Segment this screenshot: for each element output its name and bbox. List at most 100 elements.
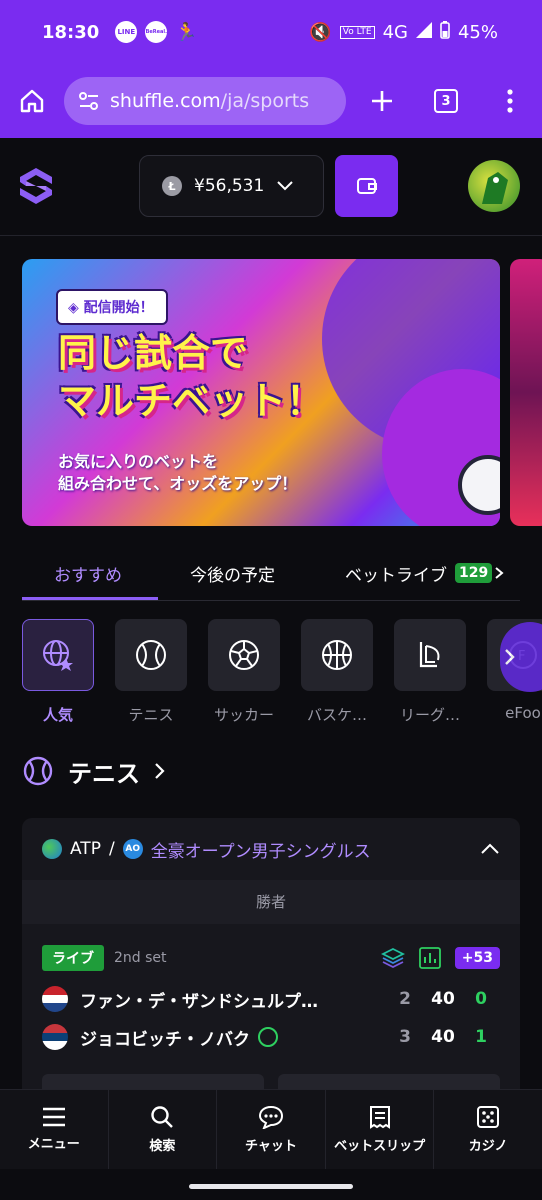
more-vert-icon [507, 89, 513, 113]
chevron-down-icon [277, 181, 294, 191]
more-markets-button[interactable]: +53 [454, 947, 500, 969]
category-tennis[interactable]: テニス [115, 619, 187, 725]
network-type: 4G [382, 21, 408, 43]
tennis-ball-icon [136, 640, 166, 670]
category-basketball[interactable]: バスケ… [301, 619, 373, 725]
tab-label: おすすめ [54, 565, 122, 586]
url-bar[interactable]: shuffle.com/ja/sports [64, 77, 346, 125]
battery-icon [440, 20, 450, 44]
nav-label: チャット [245, 1139, 297, 1154]
categories-scroll-button[interactable] [500, 622, 542, 692]
status-time: 18:30 [42, 21, 100, 43]
category-tile [394, 619, 466, 691]
url-path: /ja/sports [220, 90, 310, 112]
nav-search[interactable]: 検索 [109, 1090, 218, 1169]
world-flag-icon [42, 839, 62, 859]
match-actions: +53 [380, 947, 500, 969]
nav-betslip[interactable]: ベットスリップ [326, 1090, 435, 1169]
banner-subtitle-line1: お気に入りのベットを [58, 452, 219, 471]
league-header[interactable]: ATP / AO 全豪オープン男子シングルス [22, 818, 520, 880]
league-separator: / [108, 839, 115, 859]
nav-chat[interactable]: チャット [217, 1090, 326, 1169]
category-popular[interactable]: 人気 [22, 619, 94, 725]
status-bar: 18:30 LINE BeReal. 🏃 🔇 Vo LTE 4G 45% [0, 0, 542, 64]
status-right: 🔇 Vo LTE 4G 45% [309, 20, 498, 44]
menu-icon [42, 1107, 65, 1127]
litecoin-icon: Ł [162, 176, 182, 196]
category-label: リーグ… [399, 706, 460, 724]
score-games: 40 [431, 1027, 455, 1047]
browser-menu-button[interactable] [478, 64, 542, 138]
url-text: shuffle.com/ja/sports [110, 90, 309, 112]
nav-menu[interactable]: メニュー [0, 1090, 109, 1169]
category-label: サッカー [213, 706, 274, 724]
nav-label: 検索 [149, 1139, 176, 1154]
layers-icon: ◈ [68, 300, 84, 316]
category-soccer[interactable]: サッカー [208, 619, 280, 725]
tab-count: 3 [434, 89, 458, 113]
shuffle-logo-icon [20, 168, 52, 204]
shuffle-logo[interactable] [18, 166, 54, 206]
chevron-right-icon[interactable] [494, 566, 504, 580]
nav-label: メニュー [27, 1137, 80, 1152]
same-game-multi-icon[interactable] [380, 947, 405, 969]
user-avatar[interactable] [468, 160, 520, 212]
category-tile [208, 619, 280, 691]
bereal-app-icon: BeReal. [145, 21, 168, 43]
banner-badge-text: 配信開始！ [83, 300, 154, 316]
category-league-of-legends[interactable]: リーグ… [394, 619, 466, 725]
tab-upcoming[interactable]: 今後の予定 [190, 545, 275, 601]
new-tab-button[interactable] [350, 64, 414, 138]
tab-live[interactable]: ベットライブ 129 [345, 545, 504, 601]
chat-icon [258, 1105, 283, 1129]
category-label: eFoo [505, 704, 541, 722]
stats-icon[interactable] [418, 947, 441, 969]
competition-name[interactable]: 全豪オープン男子シングルス [151, 837, 371, 862]
dice-icon [477, 1106, 500, 1128]
score-sets: 3 [399, 1027, 411, 1047]
next-promo-banner[interactable] [510, 259, 542, 526]
section-tennis-heading[interactable]: テニス [22, 752, 166, 790]
league-tour: ATP [70, 839, 101, 859]
category-tile [22, 619, 94, 691]
active-tab-indicator [22, 597, 158, 600]
betslip-icon [369, 1106, 390, 1129]
home-icon [20, 89, 44, 113]
chevron-up-icon[interactable] [480, 843, 500, 855]
player-row: ジョコビッチ・ノバク 3 40 1 [42, 1018, 500, 1056]
score-points: 0 [475, 989, 487, 1009]
bottom-navigation: メニュー 検索 チャット ベットスリップ カジノ [0, 1089, 542, 1169]
home-indicator[interactable] [189, 1184, 353, 1189]
score-points: 1 [475, 1027, 487, 1047]
search-icon [151, 1106, 174, 1128]
player-name: ジョコビッチ・ノバク [80, 1029, 250, 1050]
nav-casino[interactable]: カジノ [434, 1090, 542, 1169]
category-tile [115, 619, 187, 691]
line-app-icon: LINE [115, 21, 138, 43]
tennis-ball-icon [23, 756, 53, 786]
banner-headline-line2: マルチベット！ [58, 379, 325, 423]
tab-recommended[interactable]: おすすめ [54, 545, 122, 601]
promo-banner[interactable]: ◈ 配信開始！ 同じ試合で マルチベット！ お気に入りのベットを 組み合わせて、… [22, 259, 500, 526]
globe-star-icon [43, 640, 73, 671]
tab-label: 今後の予定 [190, 565, 275, 586]
tab-switcher-button[interactable]: 3 [414, 64, 478, 138]
url-host: shuffle.com [110, 90, 221, 112]
wallet-button[interactable] [335, 155, 398, 217]
category-label: 人気 [42, 706, 73, 724]
site-header: Ł ¥56,531 [0, 138, 542, 236]
nav-label: ベットスリップ [334, 1139, 426, 1154]
tab-label: ベットライブ [345, 565, 447, 586]
category-tile [301, 619, 373, 691]
balance-selector[interactable]: Ł ¥56,531 [139, 155, 324, 217]
plus-icon [372, 91, 392, 111]
volte-icon: Vo LTE [339, 25, 375, 39]
banner-subtitle-line2: 組み合わせて、オッズをアップ！ [58, 474, 298, 493]
player-scores: 3 40 1 [386, 1027, 500, 1047]
score-games: 40 [431, 989, 455, 1009]
category-label: バスケ… [306, 706, 367, 724]
browser-home-button[interactable] [0, 64, 64, 138]
balance-amount: ¥56,531 [194, 176, 265, 196]
live-count-badge: 129 [455, 563, 493, 583]
site-settings-icon[interactable] [78, 91, 100, 111]
